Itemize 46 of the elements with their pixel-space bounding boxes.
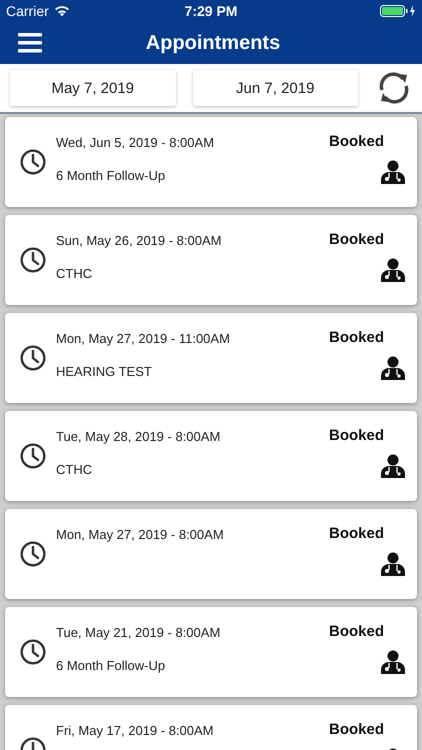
appointment-description: 6 Month Follow-Up <box>56 168 166 183</box>
appointment-card[interactable]: Tue, May 21, 2019 - 8:00AM 6 Month Follow-Up Booked <box>5 607 417 697</box>
doctor-icon <box>380 650 406 674</box>
status-time: 7:29 PM <box>184 3 238 19</box>
appointment-card[interactable]: Tue, May 28, 2019 - 8:00AM CTHC Booked <box>5 411 417 501</box>
clock-icon <box>20 541 46 567</box>
status-label: Booked <box>328 427 384 444</box>
appointment-description: 6 Month Follow-Up <box>56 658 166 673</box>
appointment-datetime: Sun, May 26, 2019 - 8:00AM <box>56 233 222 248</box>
status-label: Booked <box>328 133 384 150</box>
appointment-card[interactable]: Fri, May 17, 2019 - 8:00AM Booked <box>5 705 417 750</box>
appointment-description: CTHC <box>56 266 94 281</box>
status-label: Booked <box>328 231 384 248</box>
start-date-button[interactable]: May 7, 2019 <box>10 70 176 106</box>
status-label: Booked <box>328 623 384 640</box>
doctor-icon <box>380 258 406 282</box>
appointment-datetime: Mon, May 27, 2019 - 8:00AM <box>56 527 225 542</box>
doctor-icon <box>380 454 406 478</box>
appointment-description: HEARING TEST <box>56 364 153 379</box>
doctor-icon <box>380 552 406 576</box>
status-label: Booked <box>328 721 384 738</box>
appointment-datetime: Wed, Jun 5, 2019 - 8:00AM <box>56 135 216 150</box>
appointment-description: CTHC <box>56 462 94 477</box>
clock-icon <box>20 639 46 665</box>
appointment-card[interactable]: Sun, May 26, 2019 - 8:00AM CTHC Booked <box>5 215 417 305</box>
doctor-icon <box>380 356 406 380</box>
appointment-datetime: Tue, May 28, 2019 - 8:00AM <box>56 429 222 444</box>
doctor-icon <box>380 160 406 184</box>
battery-icon <box>380 5 416 17</box>
appointment-datetime: Fri, May 17, 2019 - 8:00AM <box>56 723 215 738</box>
clock-icon <box>20 345 46 371</box>
clock-icon <box>20 149 46 175</box>
screen-title: Appointments <box>144 32 282 54</box>
clock-icon <box>20 247 46 273</box>
clock-icon <box>20 443 46 469</box>
menu-button[interactable] <box>18 33 42 53</box>
appointment-card[interactable]: Mon, May 27, 2019 - 11:00AM HEARING TEST Booked <box>5 313 417 403</box>
appointment-card[interactable]: Mon, May 27, 2019 - 8:00AM Booked <box>5 509 417 599</box>
status-label: Booked <box>328 525 384 542</box>
appointment-card[interactable]: Wed, Jun 5, 2019 - 8:00AM 6 Month Follow-Up Booked <box>5 117 417 207</box>
status-label: Booked <box>328 329 384 346</box>
appointment-datetime: Tue, May 21, 2019 - 8:00AM <box>56 625 222 640</box>
carrier-label: Carrier <box>6 3 49 19</box>
appointment-datetime: Mon, May 27, 2019 - 11:00AM <box>56 331 231 346</box>
end-date-button[interactable]: Jun 7, 2019 <box>192 70 358 106</box>
wifi-icon <box>54 5 70 17</box>
